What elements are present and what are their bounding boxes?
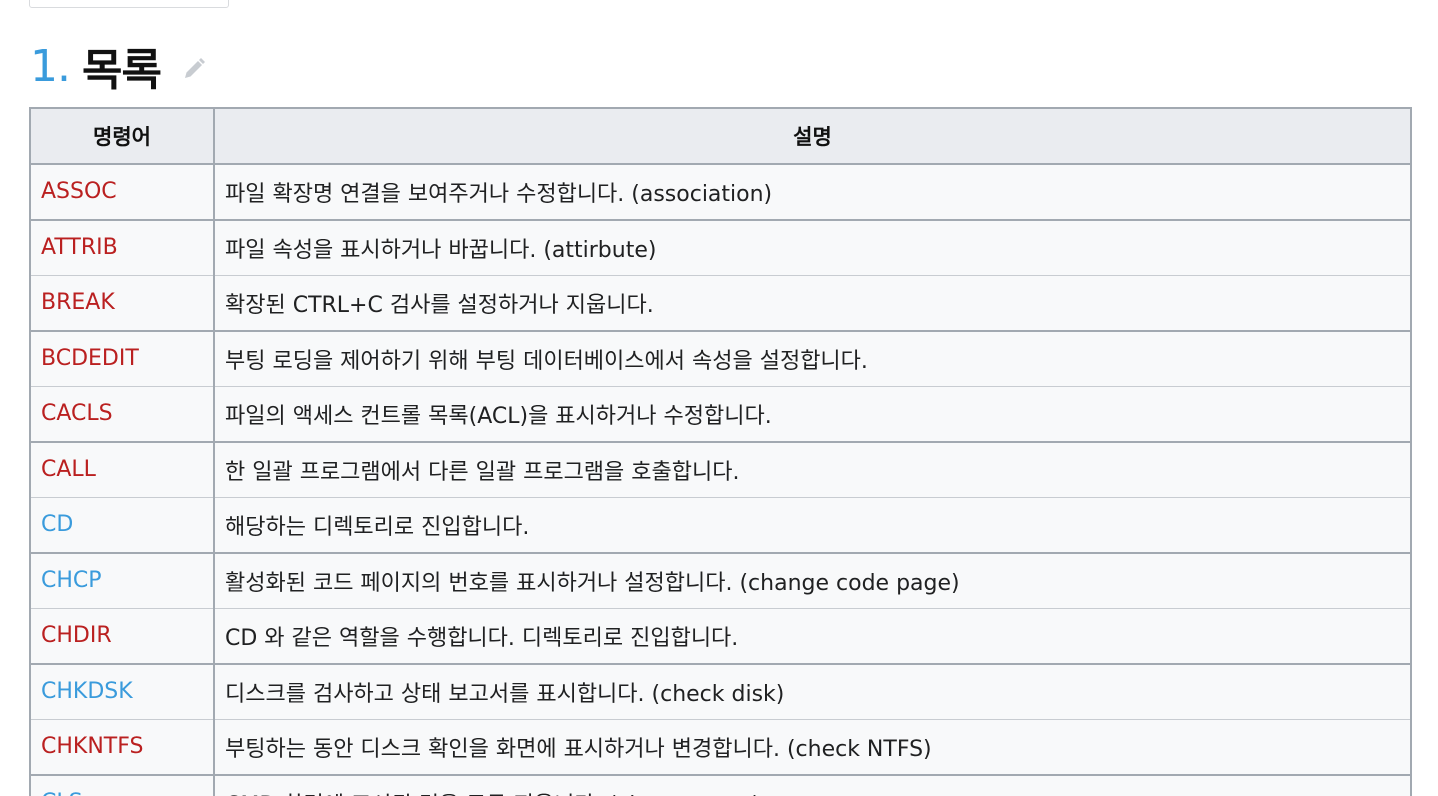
command-cell: ASSOC: [29, 163, 215, 220]
command-cell: BCDEDIT: [29, 329, 215, 387]
table-row: CHKNTFS 부팅하는 동안 디스크 확인을 화면에 표시하거나 변경합니다. …: [29, 718, 1412, 775]
command-link[interactable]: CHDIR: [41, 623, 112, 648]
description-cell: 활성화된 코드 페이지의 번호를 표시하거나 설정합니다. (change co…: [213, 551, 1412, 609]
command-cell: CACLS: [29, 385, 215, 442]
command-cell: CHCP: [29, 551, 215, 609]
command-link[interactable]: CLS: [41, 790, 83, 796]
command-link[interactable]: CHKDSK: [41, 679, 133, 704]
description-cell: 한 일괄 프로그램에서 다른 일괄 프로그램을 호출합니다.: [213, 440, 1412, 498]
commands-table: 명령어 설명 ASSOC 파일 확장명 연결을 보여주거나 수정합니다. (ass…: [29, 107, 1412, 796]
table-row: CD 해당하는 디렉토리로 진입합니다.: [29, 496, 1412, 553]
pencil-icon[interactable]: [179, 54, 209, 84]
section-title: 목록: [81, 45, 162, 96]
description-cell: 파일의 액세스 컨트롤 목록(ACL)을 표시하거나 수정합니다.: [213, 385, 1412, 442]
table-row: BCDEDIT 부팅 로딩을 제어하기 위해 부팅 데이터베이스에서 속성을 설정…: [29, 329, 1412, 387]
command-cell: CALL: [29, 440, 215, 498]
command-link[interactable]: ASSOC: [41, 179, 117, 204]
description-cell: CD 와 같은 역할을 수행합니다. 디렉토리로 진입합니다.: [213, 607, 1412, 664]
command-cell: ATTRIB: [29, 218, 215, 276]
table-row: CHDIR CD 와 같은 역할을 수행합니다. 디렉토리로 진입합니다.: [29, 607, 1412, 664]
table-row: CALL 한 일괄 프로그램에서 다른 일괄 프로그램을 호출합니다.: [29, 440, 1412, 498]
command-cell: BREAK: [29, 274, 215, 331]
command-link[interactable]: CACLS: [41, 401, 113, 426]
command-link[interactable]: BCDEDIT: [41, 346, 139, 371]
table-row: CACLS 파일의 액세스 컨트롤 목록(ACL)을 표시하거나 수정합니다.: [29, 385, 1412, 442]
description-cell: 해당하는 디렉토리로 진입합니다.: [213, 496, 1412, 553]
table-header-row: 명령어 설명: [29, 107, 1412, 165]
command-link[interactable]: BREAK: [41, 290, 115, 315]
table-row: CHKDSK 디스크를 검사하고 상태 보고서를 표시합니다. (check di…: [29, 662, 1412, 720]
command-link[interactable]: CHCP: [41, 568, 102, 593]
table-row: CHCP 활성화된 코드 페이지의 번호를 표시하거나 설정합니다. (chang…: [29, 551, 1412, 609]
command-cell: CHDIR: [29, 607, 215, 664]
table-row: ASSOC 파일 확장명 연결을 보여주거나 수정합니다. (associatio…: [29, 163, 1412, 220]
section-number: 1.: [30, 40, 71, 92]
page: 1. 목록 명령어 설명 ASSOC 파일 확장명 연결을 보여주거나 수정합니다…: [0, 0, 1438, 796]
description-cell: 디스크를 검사하고 상태 보고서를 표시합니다. (check disk): [213, 662, 1412, 720]
description-cell: CMD 화면에 표시된 것을 모두 지웁니다. (clear screen): [213, 773, 1412, 796]
command-cell: CD: [29, 496, 215, 553]
description-cell: 파일 속성을 표시하거나 바꿉니다. (attirbute): [213, 218, 1412, 276]
command-cell: CLS: [29, 773, 215, 796]
table-row: BREAK 확장된 CTRL+C 검사를 설정하거나 지웁니다.: [29, 274, 1412, 331]
command-cell: CHKNTFS: [29, 718, 215, 775]
search-box-edge[interactable]: [29, 0, 229, 8]
header-description: 설명: [213, 107, 1412, 165]
description-cell: 부팅하는 동안 디스크 확인을 화면에 표시하거나 변경합니다. (check …: [213, 718, 1412, 775]
description-cell: 부팅 로딩을 제어하기 위해 부팅 데이터베이스에서 속성을 설정합니다.: [213, 329, 1412, 387]
command-link[interactable]: CALL: [41, 457, 96, 482]
section-heading: 1. 목록: [30, 36, 209, 96]
header-command: 명령어: [29, 107, 215, 165]
command-link[interactable]: CHKNTFS: [41, 734, 143, 759]
table-row: CLS CMD 화면에 표시된 것을 모두 지웁니다. (clear screen…: [29, 773, 1412, 796]
command-cell: CHKDSK: [29, 662, 215, 720]
table-row: ATTRIB 파일 속성을 표시하거나 바꿉니다. (attirbute): [29, 218, 1412, 276]
description-cell: 확장된 CTRL+C 검사를 설정하거나 지웁니다.: [213, 274, 1412, 331]
command-link[interactable]: CD: [41, 512, 73, 537]
command-link[interactable]: ATTRIB: [41, 235, 118, 260]
description-cell: 파일 확장명 연결을 보여주거나 수정합니다. (association): [213, 163, 1412, 220]
